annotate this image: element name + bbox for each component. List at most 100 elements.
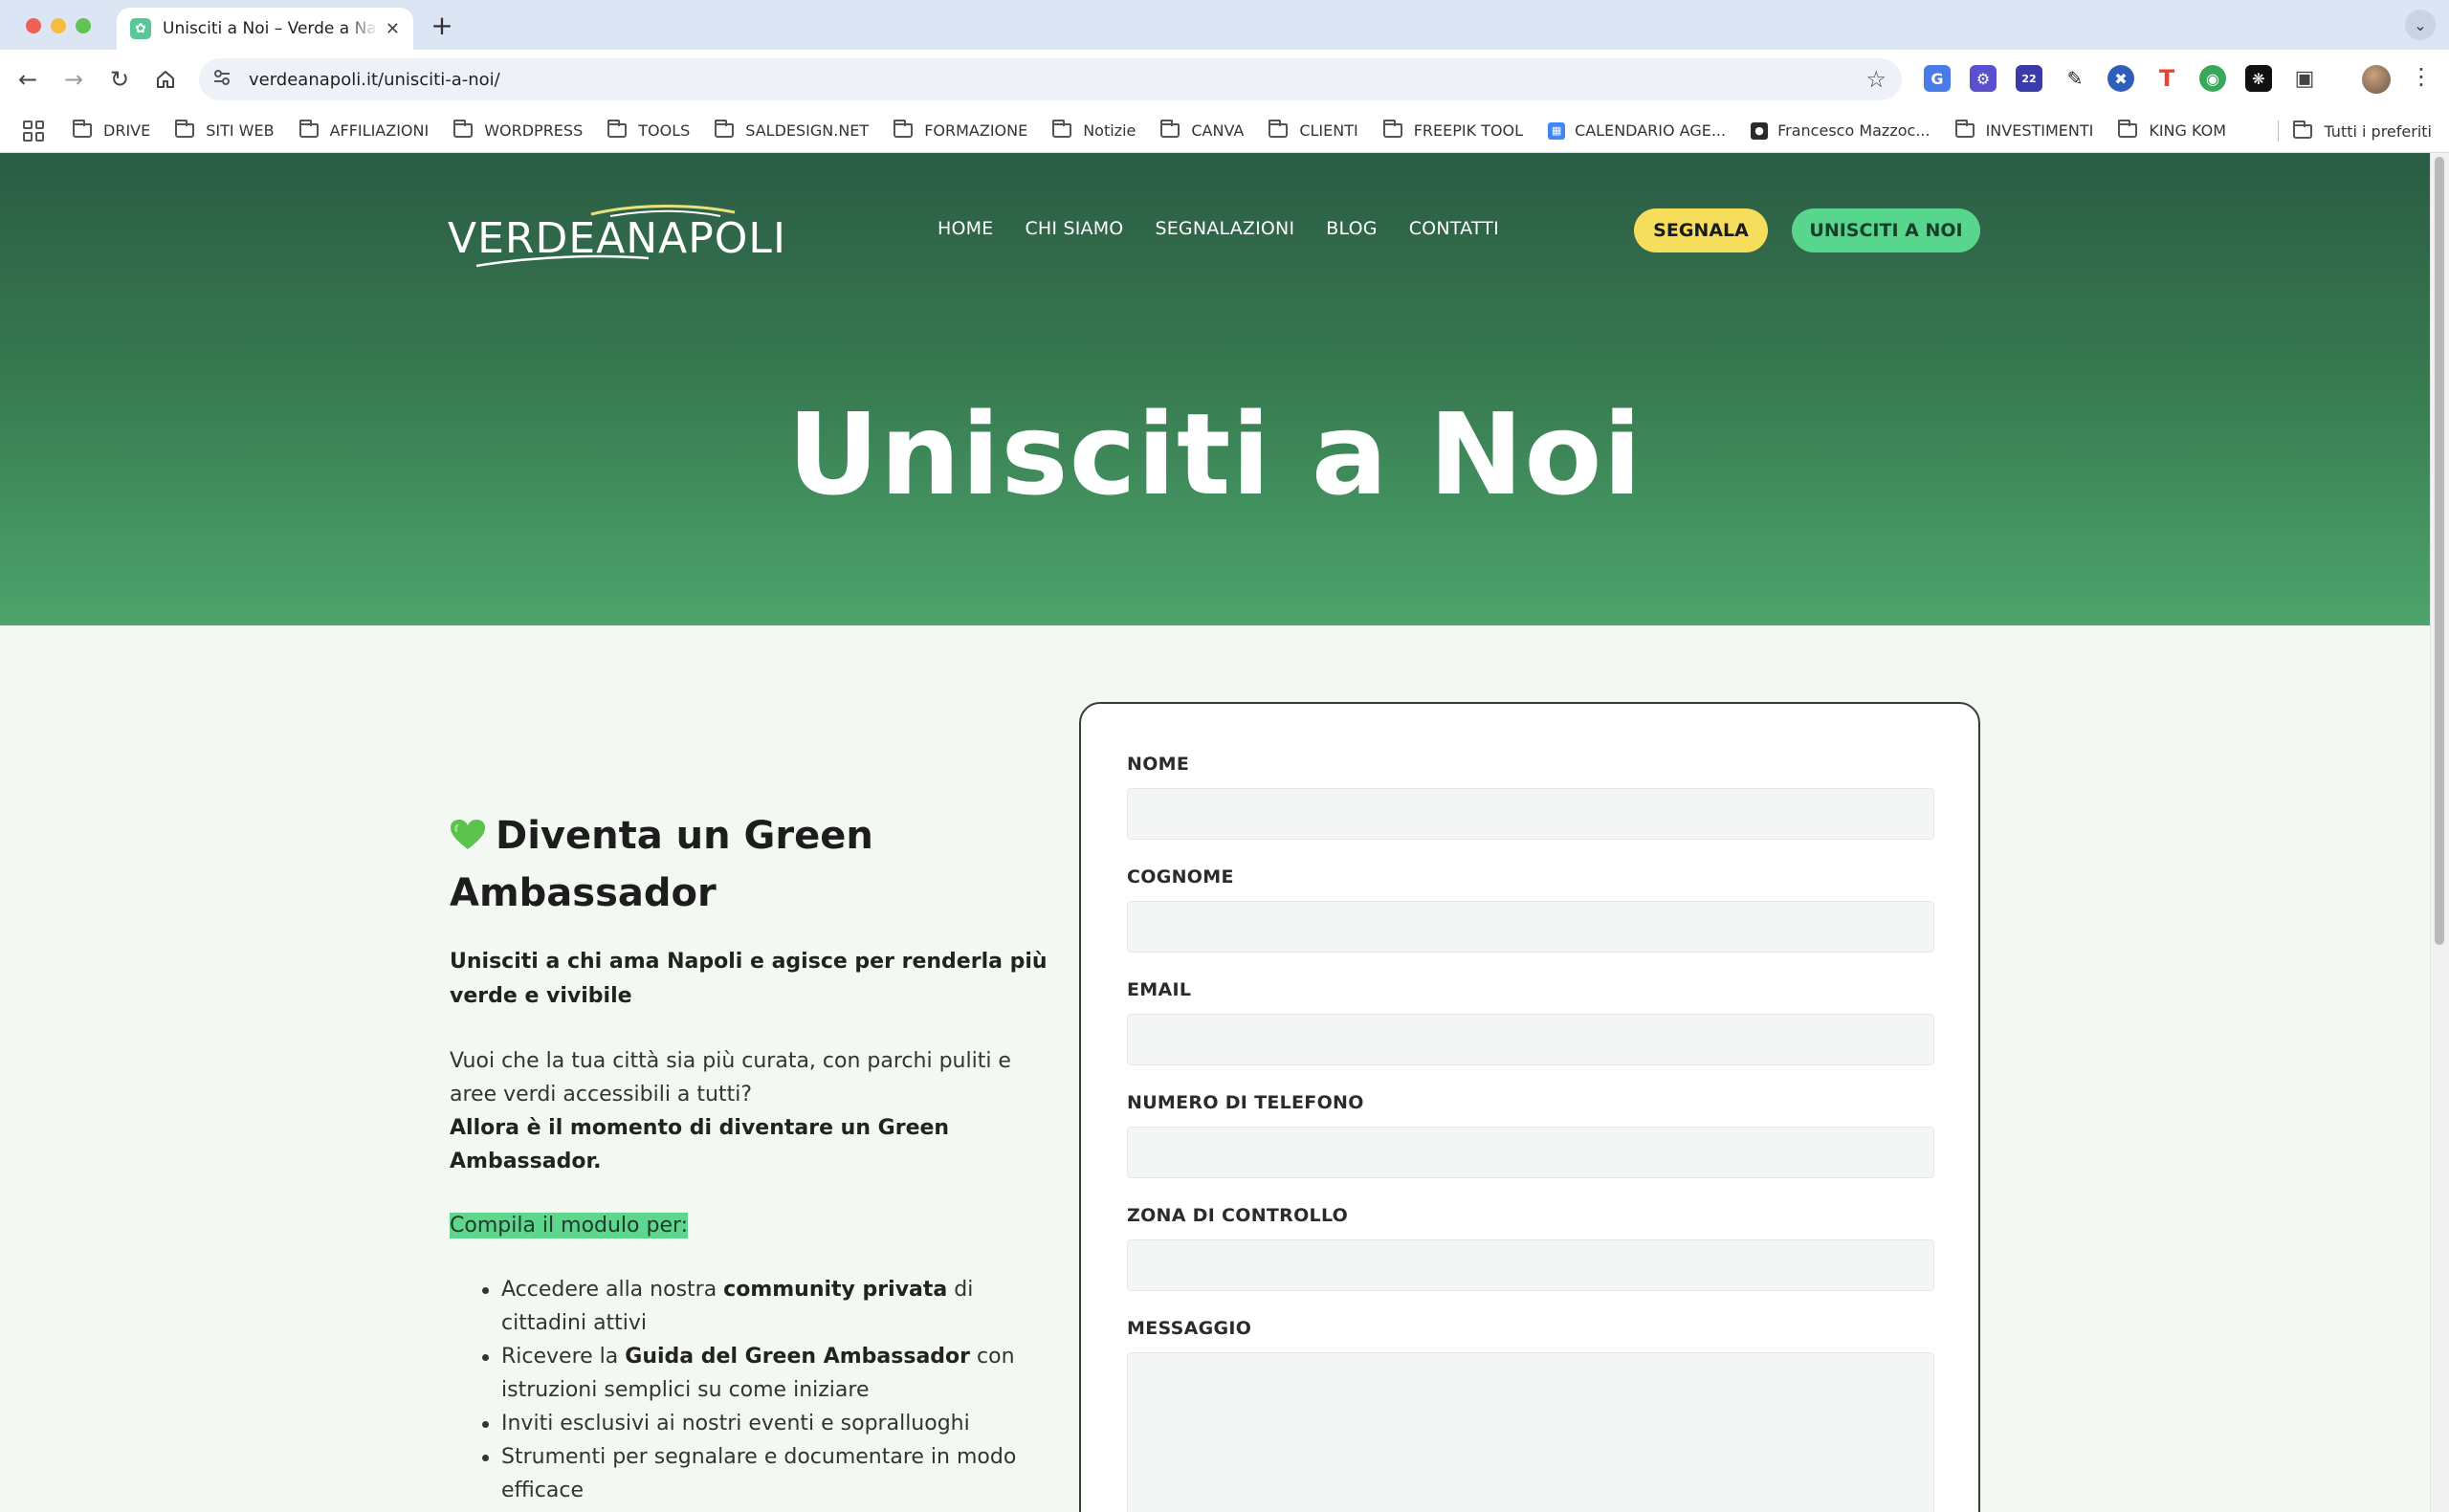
leaf-icon: ✿ [130, 18, 151, 39]
t-extension-icon[interactable]: T [2153, 65, 2180, 92]
segnala-button[interactable]: SEGNALA [1634, 208, 1768, 252]
page-scrollbar[interactable] [2430, 153, 2449, 1512]
telefono-input[interactable] [1127, 1127, 1934, 1178]
cognome-field-group: COGNOME [1127, 866, 1934, 953]
bookmark-label: Francesco Mazzoc... [1777, 121, 1931, 140]
folder-icon [1052, 120, 1072, 138]
folder-icon [1382, 120, 1402, 138]
heading-text: Diventa un Green Ambassador [450, 814, 873, 915]
folder-icon [894, 120, 914, 138]
folder-icon [298, 120, 319, 138]
bookmark-item[interactable]: INVESTIMENTI [1954, 120, 2094, 140]
bookmark-item[interactable]: TOOLS [607, 120, 690, 140]
benefit-text: Ricevere la [501, 1345, 626, 1369]
bookmarks-separator [2278, 121, 2279, 142]
site-settings-icon[interactable] [212, 68, 241, 92]
nav-contatti[interactable]: CONTATTI [1409, 218, 1499, 239]
browser-tab-strip: ✿ Unisciti a Noi – Verde a Napoli ✕ + ⌄ [0, 0, 2449, 50]
folder-icon [1954, 120, 1975, 138]
tab-title: Unisciti a Noi – Verde a Napoli [163, 19, 378, 38]
scrollbar-thumb[interactable] [2435, 157, 2444, 945]
site-favicon-icon: ● [1751, 121, 1769, 140]
tab-search-chevron-icon[interactable]: ⌄ [2405, 10, 2436, 40]
translate-extension-icon[interactable]: G [1924, 65, 1951, 92]
unisciti-button[interactable]: UNISCITI A NOI [1792, 208, 1980, 252]
close-tab-icon[interactable]: ✕ [386, 19, 400, 39]
all-bookmarks-item[interactable]: Tutti i preferiti [2293, 109, 2432, 153]
nav-blog[interactable]: BLOG [1326, 218, 1377, 239]
folder-icon [2118, 120, 2138, 138]
intro-bold-text: Allora è il momento di diventare un Gree… [450, 1116, 950, 1173]
messaggio-textarea[interactable] [1127, 1352, 1934, 1512]
nome-field-group: NOME [1127, 754, 1934, 840]
bookmark-item[interactable]: FREEPIK TOOL [1382, 120, 1523, 140]
nav-home[interactable]: HOME [938, 218, 993, 239]
settings-extension-icon[interactable]: ⚙ [1970, 65, 1997, 92]
nav-segnalazioni[interactable]: SEGNALAZIONI [1155, 218, 1294, 239]
globe-extension-icon[interactable]: ◉ [2199, 65, 2226, 92]
apps-grid-icon[interactable] [23, 120, 44, 142]
badge-extension-icon[interactable]: 22 [2016, 65, 2042, 92]
nome-input[interactable] [1127, 788, 1934, 840]
nav-chi-siamo[interactable]: CHI SIAMO [1025, 218, 1123, 239]
bookmark-star-icon[interactable]: ☆ [1865, 66, 1886, 93]
telefono-label: NUMERO DI TELEFONO [1127, 1092, 1364, 1113]
browser-toolbar: ← → ↻ verdeanapoli.it/unisciti-a-noi/ ☆ … [0, 50, 2449, 109]
browser-menu-icon[interactable]: ⋮ [2409, 63, 2434, 90]
bookmark-item[interactable]: SITI WEB [175, 120, 275, 140]
bookmark-label: DRIVE [103, 121, 151, 140]
cognome-input[interactable] [1127, 901, 1934, 953]
benefit-bold-text: Guida del Green Ambassador [625, 1345, 971, 1369]
email-field-group: EMAIL [1127, 979, 1934, 1065]
zoom-window-button[interactable] [76, 18, 91, 33]
bookmark-label: AFFILIAZIONI [329, 121, 430, 140]
green-heart-icon [451, 820, 485, 849]
url-text: verdeanapoli.it/unisciti-a-noi/ [249, 69, 500, 90]
minimize-window-button[interactable] [51, 18, 66, 33]
logo-text: VERDEANAPOLI [448, 214, 786, 263]
back-arrow-icon[interactable]: ← [11, 63, 44, 96]
bookmark-item[interactable]: WORDPRESS [453, 120, 583, 140]
intro-text: Vuoi che la tua città sia più curata, co… [450, 1049, 1011, 1107]
forward-arrow-icon[interactable]: → [57, 63, 90, 96]
reload-icon[interactable]: ↻ [103, 63, 136, 96]
benefit-text: Strumenti per segnalare e documentare in… [501, 1445, 1017, 1502]
benefit-item: Ricevere la Guida del Green Ambassador c… [482, 1340, 1054, 1407]
bookmark-item[interactable]: DRIVE [73, 120, 151, 140]
bookmark-item[interactable]: CLIENTI [1269, 120, 1358, 140]
bookmark-item[interactable]: CANVA [1160, 120, 1244, 140]
zona-input[interactable] [1127, 1239, 1934, 1291]
site-logo[interactable]: VERDEANAPOLI [448, 201, 792, 277]
close-window-button[interactable] [26, 18, 41, 33]
bookmark-label: KING KOM [2149, 121, 2227, 140]
bookmark-label: CALENDARIO AGE... [1575, 121, 1727, 140]
bookmarks-bar: DRIVE SITI WEB AFFILIAZIONI WORDPRESS TOOLS S… [0, 109, 2449, 153]
benefit-item: Inviti esclusivi ai nostri eventi e sopr… [482, 1407, 1054, 1440]
bookmark-item[interactable]: FORMAZIONE [894, 120, 1027, 140]
new-tab-button[interactable]: + [427, 10, 457, 41]
address-bar[interactable]: verdeanapoli.it/unisciti-a-noi/ ☆ [199, 58, 1902, 100]
puzzle-extensions-icon[interactable]: ▣ [2291, 65, 2318, 92]
bookmark-label: INVESTIMENTI [1985, 121, 2094, 140]
ai-extension-icon[interactable]: ❋ [2245, 65, 2272, 92]
bookmark-label: Notizie [1083, 121, 1136, 140]
email-input[interactable] [1127, 1014, 1934, 1065]
vpn-extension-icon[interactable]: ✖ [2107, 65, 2134, 92]
benefit-bold-text: community privata [723, 1278, 948, 1302]
bookmark-item[interactable]: ● Francesco Mazzoc... [1751, 121, 1931, 140]
bookmark-label: SALDESIGN.NET [745, 121, 870, 140]
home-icon[interactable] [149, 63, 182, 96]
hero-banner: VERDEANAPOLI HOME CHI SIAMO SEGNALAZIONI… [0, 153, 2430, 625]
bookmark-item[interactable]: ▦ CALENDARIO AGE... [1548, 121, 1726, 140]
folder-icon [453, 120, 474, 138]
bookmark-item[interactable]: SALDESIGN.NET [715, 120, 870, 140]
bookmark-item[interactable]: Notizie [1052, 120, 1136, 140]
calendar-icon: ▦ [1548, 121, 1566, 140]
bookmark-item[interactable]: KING KOM [2118, 120, 2227, 140]
form-callout: Compila il modulo per: [450, 1209, 1054, 1242]
browser-tab-active[interactable]: ✿ Unisciti a Noi – Verde a Napoli ✕ [117, 8, 413, 50]
benefit-item: Diventare responsabile di zona [501, 1507, 1054, 1512]
profile-avatar[interactable] [2362, 65, 2391, 94]
eyedropper-extension-icon[interactable]: ✎ [2062, 65, 2088, 92]
bookmark-item[interactable]: AFFILIAZIONI [298, 120, 430, 140]
